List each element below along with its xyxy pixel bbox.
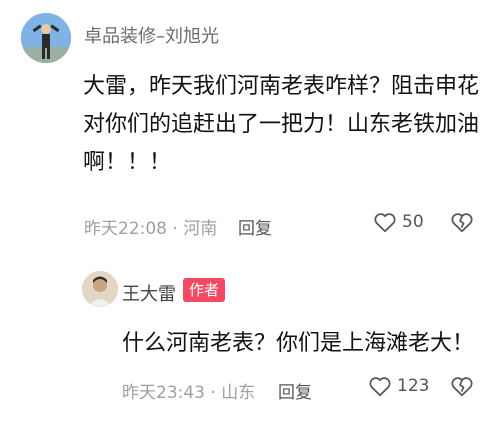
reply-meta: 昨天23:43 · 山东 — [122, 383, 256, 403]
like-button[interactable]: 50 — [372, 209, 424, 235]
dislike-button[interactable] — [449, 209, 475, 239]
comment-text: 大雷，昨天我们河南老表咋样？阻击申花对你们的追赶出了一把力！山东老铁加油啊！！！ — [83, 74, 480, 175]
reply-button[interactable]: 回复 — [278, 378, 312, 403]
reply-button[interactable]: 回复 — [238, 214, 272, 239]
heart-outline-icon — [369, 377, 391, 397]
like-count: 50 — [402, 212, 424, 232]
avatar[interactable] — [21, 13, 71, 63]
avatar-image — [82, 271, 118, 307]
like-button[interactable]: 123 — [367, 373, 429, 399]
dislike-button[interactable] — [449, 373, 475, 403]
author-badge: 作者 — [183, 278, 226, 302]
like-count: 123 — [397, 376, 430, 396]
commenter-name[interactable]: 卓品装修–刘旭光 — [84, 22, 219, 48]
broken-heart-outline-icon — [451, 377, 473, 397]
broken-heart-outline-icon — [451, 213, 473, 233]
reply-text: 什么河南老表？你们是上海滩老大！ — [122, 331, 475, 356]
author-avatar[interactable] — [82, 271, 118, 307]
avatar-image — [21, 13, 71, 63]
comment-meta: 昨天22:08 · 河南 — [84, 219, 218, 239]
heart-outline-icon — [374, 213, 396, 233]
author-name[interactable]: 王大雷 — [122, 280, 176, 306]
